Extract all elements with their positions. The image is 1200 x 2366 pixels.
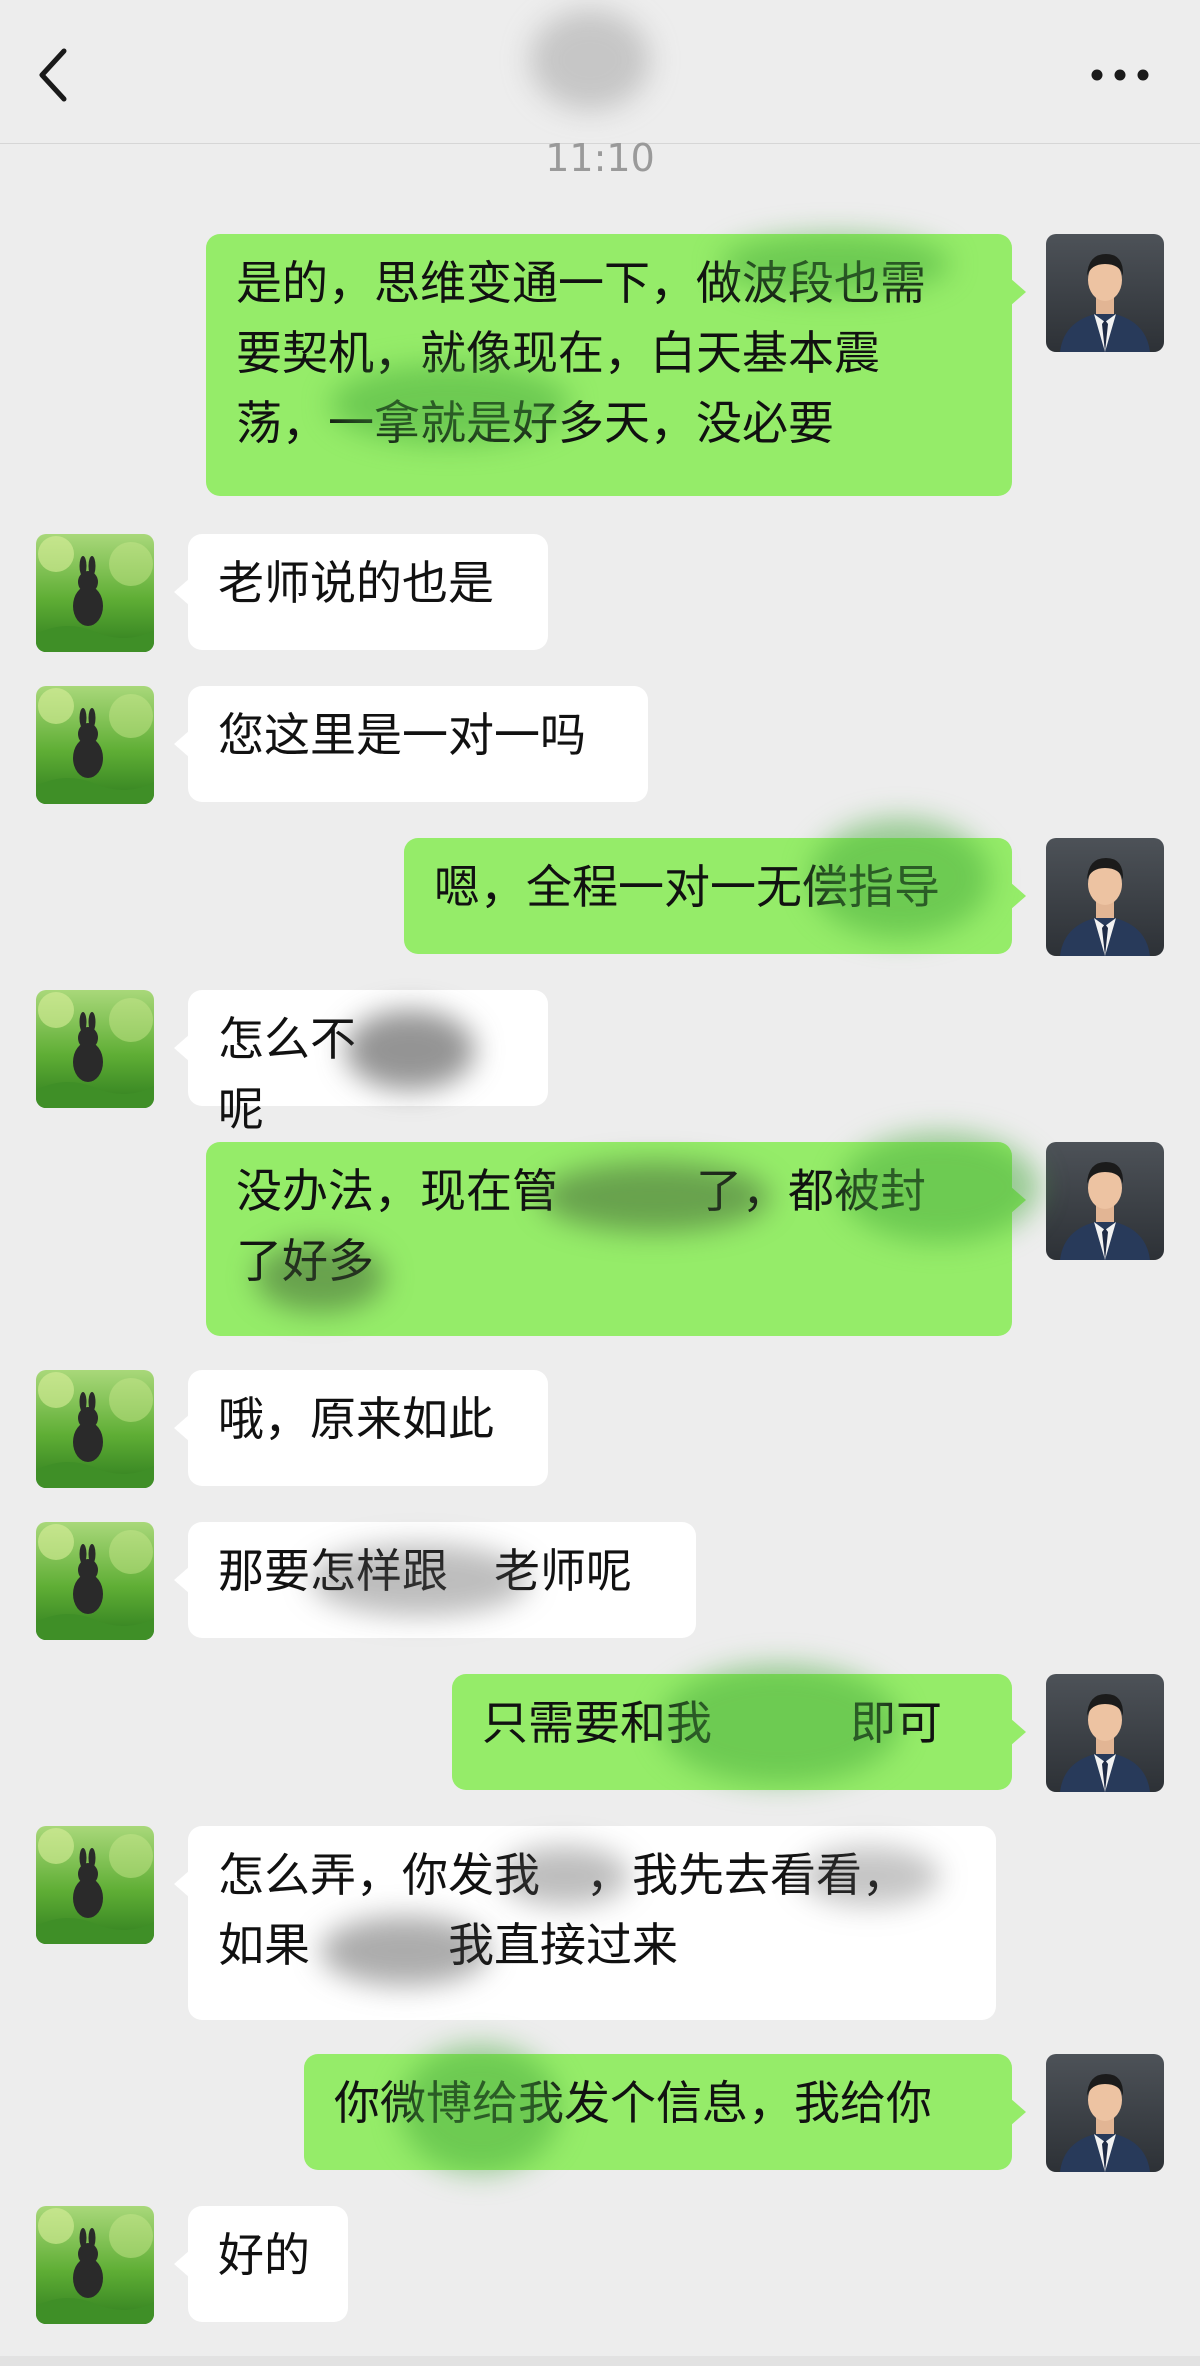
redaction-smudge — [310, 1544, 530, 1616]
incoming-message-bubble[interactable]: 哦，原来如此 — [174, 1370, 548, 1486]
redaction-smudge — [400, 2044, 560, 2174]
timestamp: 11:10 — [545, 136, 655, 180]
self-avatar[interactable] — [1046, 1142, 1164, 1260]
contact-avatar[interactable] — [36, 990, 154, 1108]
redacted-title — [530, 10, 650, 110]
redaction-smudge — [345, 1010, 475, 1090]
contact-avatar[interactable] — [36, 1826, 154, 1944]
incoming-message-bubble[interactable]: 老师说的也是 — [174, 534, 548, 650]
rabbit-avatar-image — [36, 990, 154, 1108]
redaction-smudge — [810, 818, 990, 938]
self-avatar[interactable] — [1046, 234, 1164, 352]
self-avatar[interactable] — [1046, 2054, 1164, 2172]
rabbit-avatar-image — [36, 686, 154, 804]
suit-man-avatar-image — [1046, 838, 1164, 956]
contact-avatar[interactable] — [36, 1370, 154, 1488]
redaction-smudge — [800, 1846, 940, 1906]
self-avatar[interactable] — [1046, 1674, 1164, 1792]
more-horizontal-icon[interactable] — [1090, 68, 1150, 82]
redaction-smudge — [540, 1162, 770, 1232]
incoming-message-bubble[interactable]: 好的 — [174, 2206, 348, 2322]
rabbit-avatar-image — [36, 1522, 154, 1640]
incoming-message-bubble[interactable]: 您这里是一对一吗 — [174, 686, 648, 802]
suit-man-avatar-image — [1046, 234, 1164, 352]
rabbit-avatar-image — [36, 1370, 154, 1488]
redaction-smudge — [720, 234, 950, 294]
rabbit-avatar-image — [36, 534, 154, 652]
chevron-left-icon[interactable] — [34, 45, 74, 105]
rabbit-avatar-image — [36, 1826, 154, 1944]
suit-man-avatar-image — [1046, 1674, 1164, 1792]
contact-avatar[interactable] — [36, 1522, 154, 1640]
redaction-smudge — [500, 1846, 630, 1906]
redaction-smudge — [660, 1664, 900, 1784]
contact-avatar[interactable] — [36, 686, 154, 804]
rabbit-avatar-image — [36, 2206, 154, 2324]
redaction-smudge — [330, 364, 570, 444]
input-bar-edge — [0, 2356, 1200, 2366]
suit-man-avatar-image — [1046, 2054, 1164, 2172]
suit-man-avatar-image — [1046, 1142, 1164, 1260]
self-avatar[interactable] — [1046, 838, 1164, 956]
chat-header — [0, 0, 1200, 144]
redaction-smudge — [255, 1242, 385, 1312]
contact-avatar[interactable] — [36, 2206, 154, 2324]
contact-avatar[interactable] — [36, 534, 154, 652]
redaction-smudge — [320, 1916, 490, 1986]
redaction-smudge — [840, 1132, 1040, 1242]
